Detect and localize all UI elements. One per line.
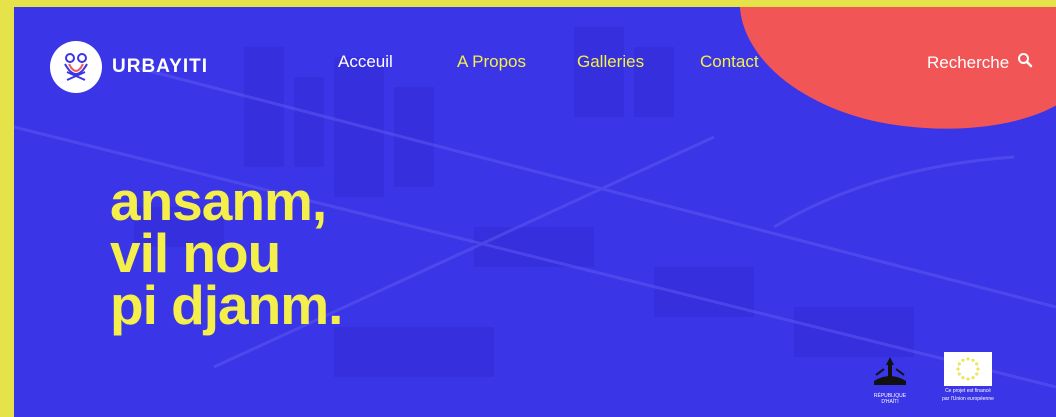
haiti-caption: RÉPUBLIQUE D'HAÏTI [873, 393, 907, 405]
nav-contact[interactable]: Contact [700, 52, 759, 72]
haiti-coat-of-arms-icon [874, 357, 906, 385]
eu-badge: Ce projet est financé par l'Union europé… [942, 352, 994, 402]
brand-name: URBAYITI [112, 56, 208, 77]
hero-headline: ansanm, vil nou pi djanm. [110, 170, 343, 336]
nav-galleries[interactable]: Galleries [577, 52, 644, 72]
headline-line-3: pi djanm. [110, 274, 343, 336]
hero-banner: URBAYITI Acceuil A Propos Galleries Cont… [14, 7, 1056, 417]
urbayiti-logo-icon [50, 41, 102, 93]
eu-flag-icon [944, 352, 992, 386]
eu-caption-line-2: par l'Union européenne [942, 396, 994, 402]
headline-line-1: ansanm, [110, 170, 327, 232]
search-label: Recherche [927, 52, 1010, 72]
nav-a-propos[interactable]: A Propos [457, 52, 526, 72]
haiti-badge: RÉPUBLIQUE D'HAÏTI [866, 355, 914, 405]
brand-logo[interactable]: URBAYITI [50, 41, 208, 93]
headline-line-2: vil nou [110, 222, 281, 284]
search-icon [1017, 52, 1033, 73]
eu-caption-line-1: Ce projet est financé [945, 388, 991, 394]
nav-acceuil[interactable]: Acceuil [338, 52, 393, 72]
search-button[interactable]: Recherche [927, 52, 1033, 73]
